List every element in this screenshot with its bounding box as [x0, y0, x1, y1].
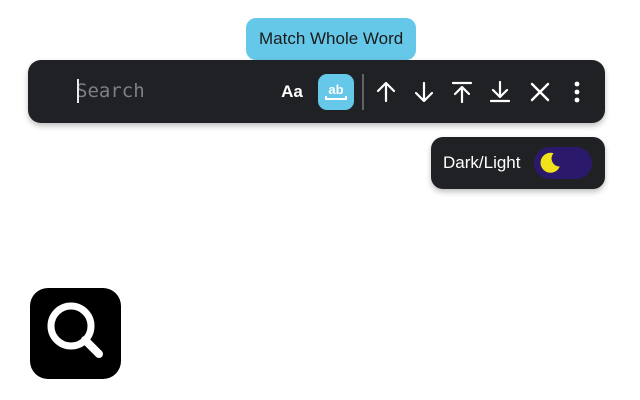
match-whole-word-button[interactable]: ab [318, 74, 354, 110]
theme-toggle-switch[interactable] [534, 147, 592, 179]
arrow-to-bottom-icon [488, 80, 512, 104]
match-case-button[interactable]: Aa [274, 74, 310, 110]
page: Match Whole Word Aa ab [0, 0, 640, 400]
theme-toggle-card: Dark/Light [431, 137, 605, 189]
last-match-button[interactable] [482, 74, 518, 110]
match-whole-word-tooltip: Match Whole Word [246, 18, 417, 60]
more-options-button[interactable] [559, 74, 595, 110]
next-match-button[interactable] [406, 74, 442, 110]
first-match-button[interactable] [444, 74, 480, 110]
text-caret [77, 79, 79, 103]
close-icon [529, 81, 551, 103]
theme-toggle-label: Dark/Light [443, 153, 521, 172]
close-button[interactable] [522, 74, 558, 110]
app-icon [30, 288, 121, 379]
search-icon [41, 296, 111, 371]
toolbar-divider [362, 74, 364, 110]
svg-text:ab: ab [328, 82, 343, 97]
arrow-down-icon [412, 80, 436, 104]
arrow-to-top-icon [450, 80, 474, 104]
find-bar: Aa ab [28, 60, 605, 123]
search-input[interactable] [76, 74, 286, 108]
more-vertical-icon [573, 80, 581, 104]
whole-word-icon: ab [323, 82, 349, 102]
match-case-label: Aa [281, 82, 303, 101]
moon-icon [537, 150, 563, 176]
previous-match-button[interactable] [368, 74, 404, 110]
tooltip-text: Match Whole Word [259, 29, 404, 48]
arrow-up-icon [374, 80, 398, 104]
